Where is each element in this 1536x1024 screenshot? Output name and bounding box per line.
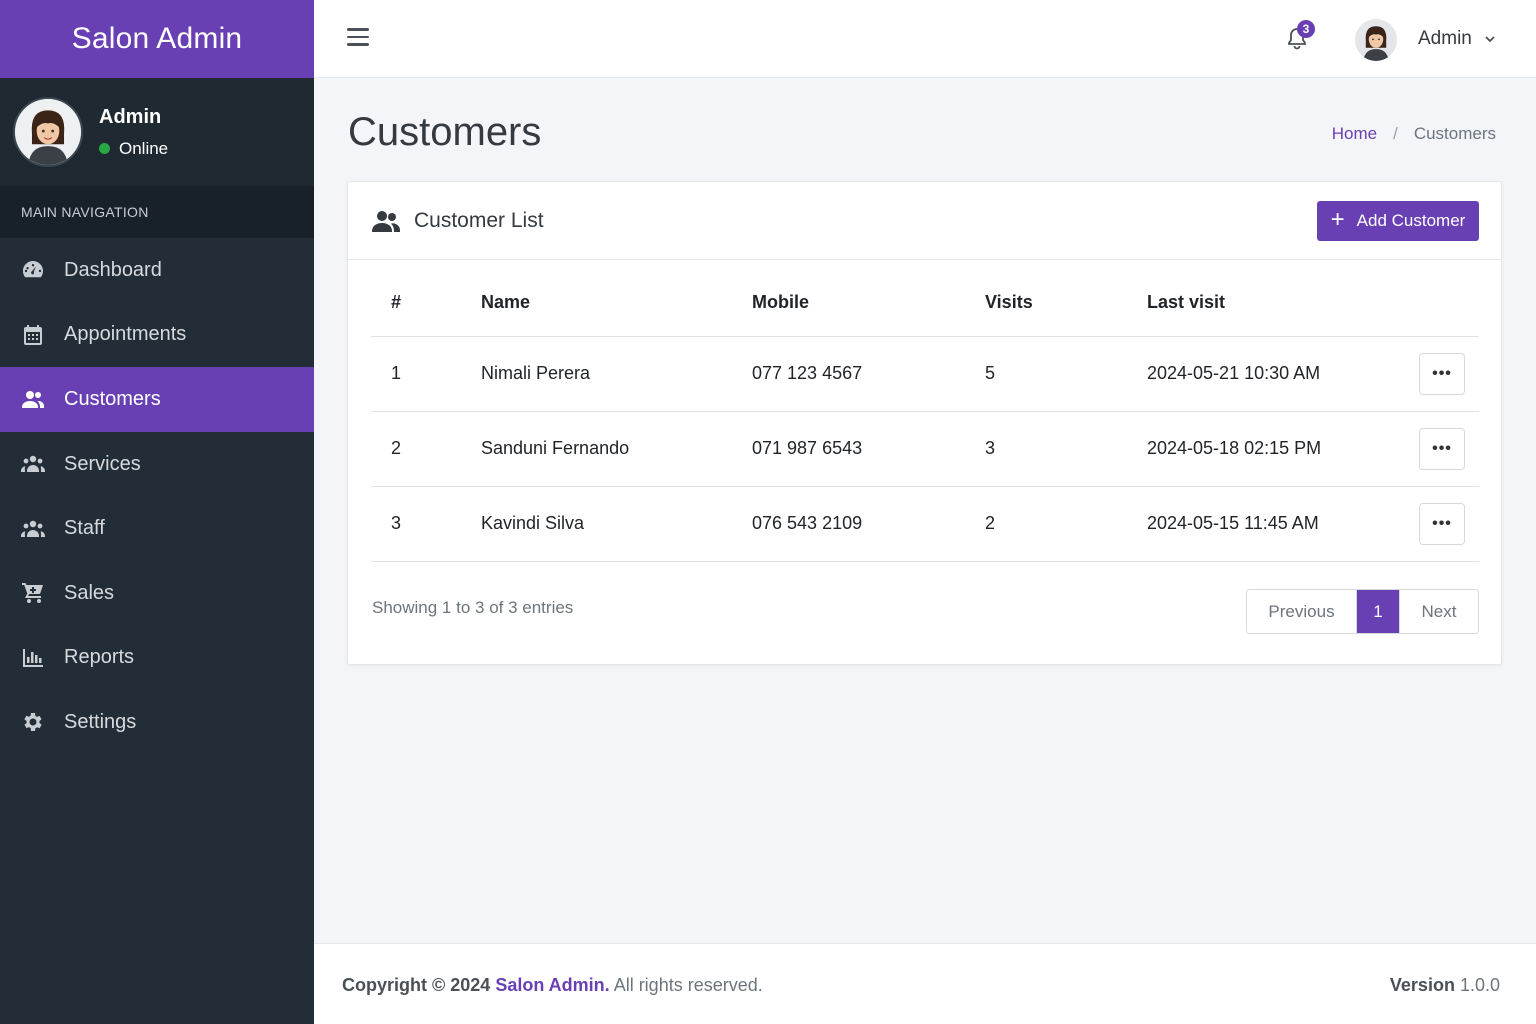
sidebar-item-settings[interactable]: Settings: [0, 690, 314, 755]
entries-info: Showing 1 to 3 of 3 entries: [372, 598, 574, 617]
pagination-page-1[interactable]: 1: [1357, 590, 1399, 633]
cell-last-visit: 2024-05-21 10:30 AM: [1147, 336, 1419, 412]
sidebar: Salon Admin Admin Online MAIN NAVIGATION: [0, 0, 314, 1024]
users-icon: [372, 210, 400, 232]
column-header-number[interactable]: #: [371, 270, 481, 337]
sidebar-item-label: Sales: [64, 581, 115, 604]
user-panel: Admin Online: [0, 78, 314, 186]
table-header-row: # Name Mobile Visits Last visit: [371, 270, 1479, 337]
row-actions-button[interactable]: •••: [1419, 502, 1465, 545]
pagination-next-button[interactable]: Next: [1399, 590, 1478, 633]
sidebar-item-label: Appointments: [64, 323, 187, 346]
sidebar-item-services[interactable]: Services: [0, 432, 314, 497]
cell-last-visit: 2024-05-18 02:15 PM: [1147, 411, 1419, 487]
users-icon: [21, 387, 45, 411]
table-row: 1 Nimali Perera 077 123 4567 5 2024-05-2…: [371, 336, 1479, 412]
sidebar-item-label: Customers: [64, 387, 161, 410]
cell-name: Sanduni Fernando: [481, 411, 752, 487]
sidebar-item-sales[interactable]: Sales: [0, 561, 314, 626]
cell-visits: 3: [985, 411, 1147, 487]
sidebar-item-label: Services: [64, 452, 141, 475]
version-number: 1.0.0: [1459, 975, 1500, 995]
avatar: [13, 97, 83, 167]
bar-chart-icon: [21, 646, 45, 670]
cell-mobile: 076 543 2109: [752, 486, 985, 562]
sidebar-item-label: Staff: [64, 517, 105, 540]
footer: Copyright © 2024 Salon Admin. All rights…: [314, 943, 1536, 1024]
cell-mobile: 071 987 6543: [752, 411, 985, 487]
sidebar-item-customers[interactable]: Customers: [0, 367, 314, 432]
cell-number: 3: [371, 486, 481, 562]
card-header: Customer List + Add Customer: [348, 182, 1501, 260]
column-header-name[interactable]: Name: [481, 270, 752, 337]
notification-badge: 3: [1297, 20, 1315, 38]
chevron-down-icon: [1485, 36, 1495, 43]
footer-brand-link[interactable]: Salon Admin.: [495, 975, 609, 995]
cell-visits: 5: [985, 336, 1147, 412]
breadcrumb-current: Customers: [1413, 124, 1496, 143]
cell-name: Nimali Perera: [481, 336, 752, 412]
column-header-last-visit[interactable]: Last visit: [1147, 270, 1419, 337]
footer-copyright: Copyright © 2024 Salon Admin. All rights…: [342, 975, 763, 996]
online-status-icon: [99, 143, 110, 154]
cart-icon: [21, 581, 45, 605]
user-menu[interactable]: Admin: [1418, 28, 1496, 50]
staff-icon: [21, 517, 45, 541]
cell-last-visit: 2024-05-15 11:45 AM: [1147, 486, 1419, 562]
footer-version: Version 1.0.0: [1390, 975, 1500, 996]
column-header-visits[interactable]: Visits: [985, 270, 1147, 337]
table-row: 2 Sanduni Fernando 071 987 6543 3 2024-0…: [371, 411, 1479, 487]
cell-visits: 2: [985, 486, 1147, 562]
sidebar-item-dashboard[interactable]: Dashboard: [0, 238, 314, 303]
topbar: 3 Admin: [314, 0, 1536, 78]
avatar[interactable]: [1355, 19, 1397, 61]
cell-number: 2: [371, 411, 481, 487]
version-label: Version: [1389, 975, 1455, 995]
sidebar-item-reports[interactable]: Reports: [0, 626, 314, 691]
add-customer-label: Add Customer: [1356, 211, 1466, 230]
sidebar-item-label: Reports: [64, 646, 135, 669]
row-actions-button[interactable]: •••: [1419, 427, 1465, 470]
row-actions-button[interactable]: •••: [1419, 352, 1465, 395]
sidebar-item-staff[interactable]: Staff: [0, 496, 314, 561]
sidebar-item-label: Dashboard: [64, 258, 162, 281]
card-title: Customer List: [414, 208, 544, 232]
sidebar-item-appointments[interactable]: Appointments: [0, 303, 314, 368]
breadcrumb-separator: /: [1393, 124, 1398, 143]
customer-list-card: Customer List + Add Customer # Name Mobi…: [347, 181, 1502, 665]
rights-text: All rights reserved.: [613, 975, 763, 995]
calendar-icon: [21, 323, 45, 347]
brand-logo[interactable]: Salon Admin: [0, 0, 314, 78]
users-group-icon: [21, 452, 45, 476]
breadcrumb-home-link[interactable]: Home: [1332, 124, 1377, 144]
sidebar-user-name: Admin: [99, 105, 162, 128]
copyright-text: Copyright © 2024: [342, 975, 491, 995]
menu-toggle-icon[interactable]: [347, 28, 369, 48]
sidebar-item-label: Settings: [64, 710, 137, 733]
breadcrumb: Home / Customers: [1332, 124, 1496, 144]
pagination: Previous 1 Next: [1246, 589, 1479, 634]
cell-mobile: 077 123 4567: [752, 336, 985, 412]
notifications-button[interactable]: 3: [1285, 20, 1315, 52]
table-row: 3 Kavindi Silva 076 543 2109 2 2024-05-1…: [371, 486, 1479, 562]
cell-number: 1: [371, 336, 481, 412]
add-customer-button[interactable]: + Add Customer: [1317, 201, 1479, 241]
plus-icon: +: [1330, 206, 1345, 233]
nav-header: MAIN NAVIGATION: [0, 186, 314, 238]
main-navigation: Dashboard Appointments Customers Service…: [0, 238, 314, 755]
gear-icon: [21, 710, 45, 734]
user-status-label: Online: [119, 138, 169, 158]
topbar-user-name: Admin: [1418, 28, 1472, 49]
column-header-mobile[interactable]: Mobile: [752, 270, 985, 337]
cell-name: Kavindi Silva: [481, 486, 752, 562]
pagination-previous-button[interactable]: Previous: [1247, 590, 1357, 633]
page-title: Customers: [348, 110, 542, 154]
column-header-actions: [1419, 270, 1479, 337]
user-status: Online: [99, 139, 168, 159]
dashboard-icon: [21, 258, 45, 282]
customers-table: # Name Mobile Visits Last visit 1 Nimali…: [371, 270, 1479, 562]
